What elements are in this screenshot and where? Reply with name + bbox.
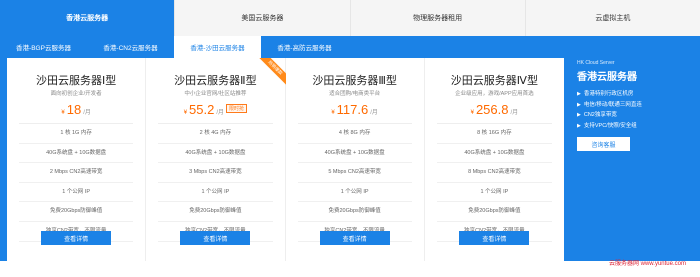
price: ¥ 256.8 /月 [425,102,564,118]
currency-symbol: ¥ [183,110,188,116]
spec-cpu-ram: 8 核 16G 内存 [436,124,552,144]
plan-title: 沙田云服务器Ⅲ型 [312,75,397,87]
side-panel: HK Cloud Server 香港云服务器 ▶ 香港特别行政区机房 ▶ 电信/移动… [572,58,692,151]
triangle-right-icon: ▶ [577,122,581,129]
subtab-shatin[interactable]: 香港-沙田云服务器 [174,36,261,58]
plan-subtitle: 适合团购/电商类平台 [329,91,381,97]
spec-bandwidth: 3 Mbps CN2高速带宽 [158,163,273,183]
plan-title: 沙田云服务器Ⅰ型 [36,75,117,87]
triangle-right-icon: ▶ [577,101,581,108]
plan-title: 沙田云服务器Ⅳ型 [450,75,538,87]
price-amount: 18 [66,102,82,117]
spec-ip: 1 个公网 IP [19,183,134,203]
tab-virtual-host[interactable]: 云虚拟主机 [526,0,700,36]
price-amount: 256.8 [475,102,509,117]
spec-disk: 40G系统盘 + 10G数据盘 [297,144,412,164]
spec-ip: 1 个公网 IP [158,183,273,203]
subtab-bgp[interactable]: 香港-BGP云服务器 [0,36,87,58]
price: ¥ 18 /月 [7,102,145,118]
tab-hk-cloud[interactable]: 香港云服务器 [0,0,176,36]
view-details-button[interactable]: 查看详情 [180,231,251,245]
promo-badge: 限时抢 [226,104,248,113]
spec-cpu-ram: 2 核 4G 内存 [158,124,273,144]
spec-ddos: 免费20Gbps防御峰值 [19,202,134,222]
spec-disk: 40G系统盘 + 10G数据盘 [19,144,134,164]
feature-item: ▶ 电信/移动/联通三网直连 [577,100,692,111]
view-details-button[interactable]: 查看详情 [319,231,390,245]
spec-ddos: 免费20Gbps防御峰值 [158,202,273,222]
triangle-right-icon: ▶ [577,112,581,118]
watermark: 云服务器网 www.yuntue.com [608,261,686,267]
plan-subtitle: 中小企业官网/社区站推荐 [184,91,247,97]
price-amount: 117.6 [336,102,369,117]
tab-physical-server[interactable]: 物理服务器租用 [351,0,526,36]
plan-card: 沙田云服务器Ⅰ型 面向初创企业/开发者 ¥ 18 /月 1 核 1G 内存 40… [7,58,147,261]
spec-ddos: 免费20Gbps防御峰值 [297,202,412,222]
plan-card: 沙田云服务器Ⅲ型 适合团购/电商类平台 ¥ 117.6 /月 4 核 8G 内存… [286,58,425,261]
ribbon-label: 热销爆款 [257,58,286,85]
subtab-cn2[interactable]: 香港-CN2云服务器 [87,36,174,58]
spec-bandwidth: 5 Mbps CN2高速带宽 [297,163,412,183]
plan-card: 沙田云服务器Ⅳ型 企业级应用，游戏/APP应用首选 ¥ 256.8 /月 8 核… [425,58,564,261]
tab-us-cloud[interactable]: 美国云服务器 [175,0,351,36]
feature-label: 香港特别行政区机房 [583,91,634,97]
spec-cpu-ram: 1 核 1G 内存 [19,124,134,144]
feature-label: 支持VPC/快照/安全组 [583,122,637,129]
triangle-right-icon: ▶ [577,91,581,97]
price-amount: 55.2 [189,102,215,117]
price-unit: /月 [83,110,91,116]
feature-item: ▶ CN2独享带宽 [577,110,692,121]
side-title: 香港云服务器 [577,72,637,83]
spec-bandwidth: 8 Mbps CN2高速带宽 [436,163,552,183]
spec-bandwidth: 2 Mbps CN2高速带宽 [19,163,134,183]
hot-ribbon: 热销爆款 [257,58,286,86]
feature-item: ▶ 香港特别行政区机房 [577,89,692,100]
spec-ip: 1 个公网 IP [436,183,552,203]
plan-subtitle: 企业级应用，游戏/APP应用首选 [455,91,534,97]
plan-cards: 沙田云服务器Ⅰ型 面向初创企业/开发者 ¥ 18 /月 1 核 1G 内存 40… [7,58,564,261]
subtab-ddos[interactable]: 香港-高防云服务器 [261,36,348,58]
plan-subtitle: 面向初创企业/开发者 [50,91,102,97]
spec-ip: 1 个公网 IP [297,183,412,203]
feature-label: 电信/移动/联通三网直连 [583,101,642,108]
view-details-button[interactable]: 查看详情 [41,231,112,245]
price-unit: /月 [216,110,225,116]
price: ¥ 117.6 /月 [286,102,424,118]
feature-label: CN2独享带宽 [583,112,617,118]
plan-card: 热销爆款 沙田云服务器Ⅱ型 中小企业官网/社区站推荐 ¥ 55.2 /月 限时抢… [146,58,286,261]
price-unit: /月 [370,110,378,116]
product-category-tabs: 香港云服务器 美国云服务器 物理服务器租用 云虚拟主机 [0,0,700,36]
view-details-button[interactable]: 查看详情 [459,231,530,245]
spec-ddos: 免费20Gbps防御峰值 [436,202,552,222]
currency-symbol: ¥ [331,110,335,116]
consult-service-button[interactable]: 咨询客服 [577,137,630,151]
currency-symbol: ¥ [470,110,474,116]
spec-cpu-ram: 4 核 8G 内存 [297,124,412,144]
side-subtitle: HK Cloud Server [577,60,615,66]
currency-symbol: ¥ [61,110,65,116]
price-unit: /月 [510,110,519,116]
feature-list: ▶ 香港特别行政区机房 ▶ 电信/移动/联通三网直连 ▶ CN2独享带宽 ▶ 支持VPC… [577,89,692,131]
feature-item: ▶ 支持VPC/快照/安全组 [577,121,692,132]
sub-tabs: 香港-BGP云服务器 香港-CN2云服务器 香港-沙田云服务器 香港-高防云服务… [0,36,348,58]
spec-disk: 40G系统盘 + 10G数据盘 [158,144,273,164]
spec-disk: 40G系统盘 + 10G数据盘 [436,144,552,164]
price: ¥ 55.2 /月 限时抢 [146,102,284,118]
